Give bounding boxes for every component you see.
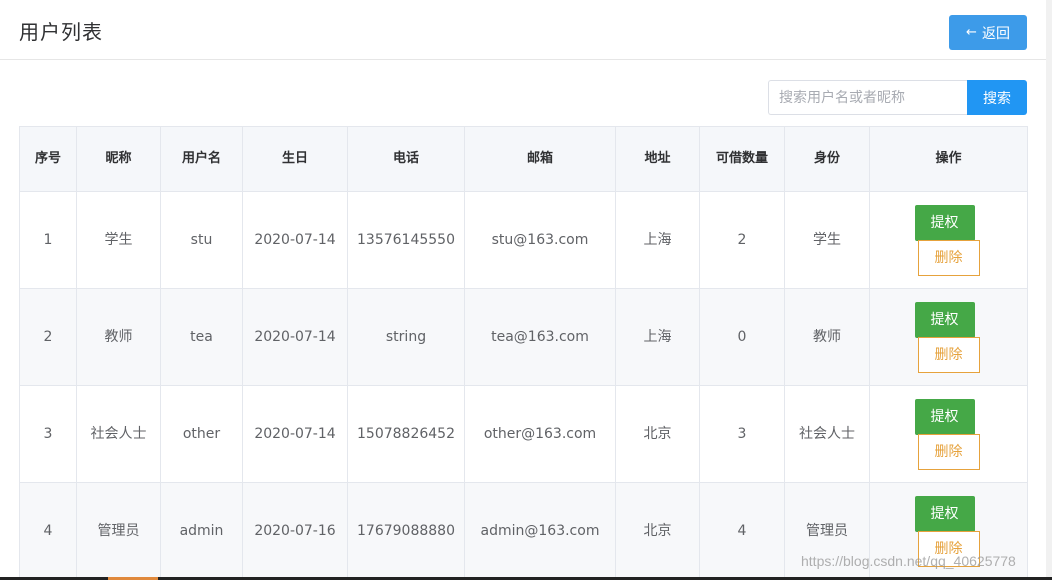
cell-birthday: 2020-07-16 (242, 482, 348, 580)
scrollbar-track[interactable] (1046, 0, 1052, 580)
cell-nickname: 学生 (76, 191, 161, 289)
column-header: 可借数量 (699, 126, 785, 192)
cell-address: 上海 (615, 288, 700, 386)
column-header: 生日 (242, 126, 348, 192)
cell-address: 北京 (615, 385, 700, 483)
cell-actions: 提权 删除 (869, 385, 1028, 483)
table-row: 3 社会人士 other 2020-07-14 15078826452 othe… (19, 385, 1028, 483)
back-button-label: 返回 (981, 25, 1010, 42)
grant-button[interactable]: 提权 (914, 398, 975, 435)
delete-button[interactable]: 删除 (917, 239, 980, 276)
cell-index: 2 (19, 288, 77, 386)
cell-birthday: 2020-07-14 (242, 288, 348, 386)
cell-username: stu (160, 191, 243, 289)
cell-quota: 0 (699, 288, 785, 386)
cell-email: tea@163.com (464, 288, 616, 386)
cell-username: tea (160, 288, 243, 386)
cell-quota: 3 (699, 385, 785, 483)
cell-address: 北京 (615, 482, 700, 580)
cell-birthday: 2020-07-14 (242, 385, 348, 483)
watermark: https://blog.csdn.net/qq_40625778 (801, 553, 1016, 569)
cell-role: 学生 (784, 191, 870, 289)
grant-button[interactable]: 提权 (914, 495, 975, 532)
user-list-page: 用户列表 ← 返回 搜索 序号 昵称 用户名 生日 电话 (0, 0, 1052, 580)
cell-nickname: 管理员 (76, 482, 161, 580)
cell-role: 社会人士 (784, 385, 870, 483)
cell-nickname: 社会人士 (76, 385, 161, 483)
arrow-left-icon: ← (966, 25, 977, 40)
cell-phone: 17679088880 (347, 482, 465, 580)
cell-index: 1 (19, 191, 77, 289)
column-header: 序号 (19, 126, 77, 192)
cell-role: 教师 (784, 288, 870, 386)
table-header-row: 序号 昵称 用户名 生日 电话 邮箱 地址 可借数量 身份 操作 (19, 126, 1028, 192)
column-header: 用户名 (160, 126, 243, 192)
cell-address: 上海 (615, 191, 700, 289)
grant-button[interactable]: 提权 (914, 204, 975, 241)
search-input[interactable] (768, 80, 967, 115)
column-header: 地址 (615, 126, 700, 192)
delete-button[interactable]: 删除 (917, 433, 980, 470)
cell-username: other (160, 385, 243, 483)
cell-quota: 2 (699, 191, 785, 289)
cell-index: 4 (19, 482, 77, 580)
table-row: 1 学生 stu 2020-07-14 13576145550 stu@163.… (19, 191, 1028, 289)
cell-email: stu@163.com (464, 191, 616, 289)
back-button[interactable]: ← 返回 (949, 15, 1027, 50)
column-header: 昵称 (76, 126, 161, 192)
cell-phone: 15078826452 (347, 385, 465, 483)
column-header: 身份 (784, 126, 870, 192)
cell-birthday: 2020-07-14 (242, 191, 348, 289)
cell-email: admin@163.com (464, 482, 616, 580)
cell-actions: 提权 删除 (869, 191, 1028, 289)
column-header: 邮箱 (464, 126, 616, 192)
cell-phone: string (347, 288, 465, 386)
column-header: 电话 (347, 126, 465, 192)
grant-button[interactable]: 提权 (914, 301, 975, 338)
page-title: 用户列表 (19, 20, 103, 44)
cell-actions: 提权 删除 (869, 288, 1028, 386)
top-bar: 用户列表 ← 返回 (0, 0, 1046, 60)
column-header: 操作 (869, 126, 1028, 192)
cell-quota: 4 (699, 482, 785, 580)
cell-phone: 13576145550 (347, 191, 465, 289)
cell-email: other@163.com (464, 385, 616, 483)
search-button[interactable]: 搜索 (967, 80, 1027, 115)
cell-index: 3 (19, 385, 77, 483)
cell-username: admin (160, 482, 243, 580)
delete-button[interactable]: 删除 (917, 336, 980, 373)
user-table: 序号 昵称 用户名 生日 电话 邮箱 地址 可借数量 身份 操作 1 学生 st… (19, 126, 1028, 580)
table-row: 2 教师 tea 2020-07-14 string tea@163.com 上… (19, 288, 1028, 386)
cell-nickname: 教师 (76, 288, 161, 386)
